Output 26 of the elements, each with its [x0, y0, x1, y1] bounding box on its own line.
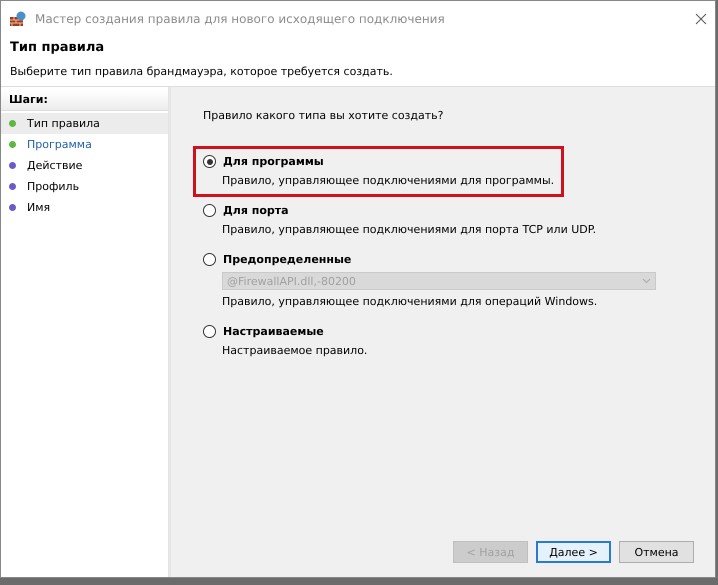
close-icon[interactable]: [695, 12, 707, 24]
option-description: Правило, управляющее подключениями для операций Windows.: [221, 295, 598, 308]
step-item[interactable]: Имя: [1, 197, 168, 218]
chevron-icon: [642, 278, 651, 284]
page-subtitle: Выберите тип правила брандмауэра, которое требуется создать.: [10, 65, 394, 78]
option-label: Для программы: [223, 155, 324, 168]
radio-button[interactable]: [203, 155, 216, 168]
option-description: Правило, управляющее подключениями для программы.: [221, 174, 554, 187]
step-item[interactable]: Тип правила: [1, 113, 168, 134]
step-item[interactable]: Действие: [1, 155, 168, 176]
radio-button[interactable]: [203, 325, 216, 338]
option-label: Настраиваемые: [223, 325, 324, 338]
radio-button[interactable]: [203, 253, 216, 266]
option-description: Правило, управляющее подключениями для порта TCP или UDP.: [221, 223, 596, 236]
step-item[interactable]: Профиль: [1, 176, 168, 197]
page-title: Тип правила: [10, 40, 106, 55]
window-title: Мастер создания правила для нового исходящего подключения: [35, 12, 446, 26]
option-description: Настраиваемое правило.: [221, 344, 368, 357]
wizard-button[interactable]: Отмена: [619, 541, 694, 563]
step-item[interactable]: Программа: [1, 134, 168, 155]
question-text: Правило какого типа вы хотите создать?: [203, 109, 444, 122]
radio-button[interactable]: [203, 204, 216, 217]
wizard-button[interactable]: Далее >: [536, 541, 611, 563]
firewall-icon: [9, 10, 27, 26]
option-label: Для порта: [223, 204, 289, 217]
option-label: Предопределенные: [223, 253, 352, 266]
